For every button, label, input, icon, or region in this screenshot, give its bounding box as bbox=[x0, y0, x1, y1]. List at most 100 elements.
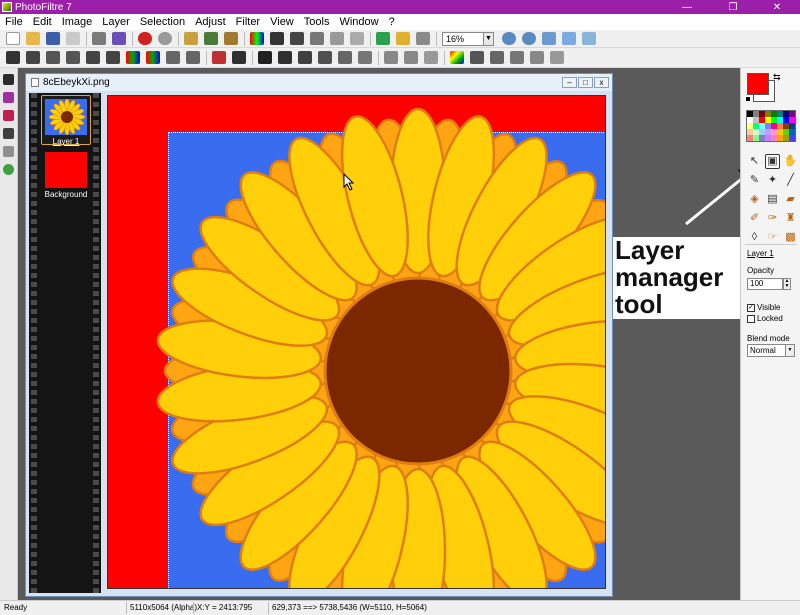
shadow-icon[interactable] bbox=[330, 32, 344, 45]
copy-icon[interactable] bbox=[204, 32, 218, 45]
menu-image[interactable]: Image bbox=[57, 16, 98, 28]
explorer-icon[interactable] bbox=[376, 32, 390, 45]
minimize-button[interactable]: — bbox=[664, 0, 710, 14]
history-icon[interactable] bbox=[3, 74, 14, 85]
foreground-color-swatch[interactable] bbox=[747, 73, 769, 95]
visible-checkbox[interactable]: ✓ Visible bbox=[747, 303, 780, 312]
brush-icon[interactable]: ✐ bbox=[747, 211, 762, 226]
zoom-dropdown-icon[interactable]: ▼ bbox=[484, 31, 494, 46]
spray-icon[interactable]: ▤ bbox=[765, 192, 780, 207]
opacity-input[interactable]: 100 bbox=[747, 278, 783, 290]
frame-icon[interactable] bbox=[310, 32, 324, 45]
print-preview-icon[interactable] bbox=[550, 51, 564, 64]
smudge-icon[interactable]: ☞ bbox=[765, 230, 780, 245]
menu-layer[interactable]: Layer bbox=[97, 16, 135, 28]
gamma-minus-icon[interactable] bbox=[166, 51, 180, 64]
locked-checkbox[interactable]: Locked bbox=[747, 314, 783, 323]
chevron-down-icon[interactable]: ▼ bbox=[785, 345, 794, 356]
menu-view[interactable]: View bbox=[265, 16, 299, 28]
zoom-out-icon[interactable] bbox=[522, 32, 536, 45]
swap-colors-icon[interactable]: ⇆ bbox=[773, 72, 781, 83]
fill-bucket-icon[interactable]: ◈ bbox=[747, 192, 762, 207]
actual-size-icon[interactable] bbox=[542, 32, 556, 45]
canvas-size-icon[interactable] bbox=[270, 32, 284, 45]
fullscreen-icon[interactable] bbox=[416, 32, 430, 45]
color-palette[interactable] bbox=[746, 110, 796, 142]
menu-help[interactable]: ? bbox=[384, 16, 400, 28]
menu-adjust[interactable]: Adjust bbox=[190, 16, 231, 28]
twain-icon[interactable] bbox=[112, 32, 126, 45]
auto-contrast-icon[interactable] bbox=[26, 51, 40, 64]
saturation-minus-icon[interactable] bbox=[126, 51, 140, 64]
auto-levels-icon[interactable] bbox=[6, 51, 20, 64]
open-icon[interactable] bbox=[26, 32, 40, 45]
print-icon[interactable] bbox=[92, 32, 106, 45]
palette-swatch[interactable] bbox=[789, 135, 795, 141]
document-close-button[interactable]: x bbox=[594, 77, 609, 88]
eraser-icon[interactable]: ▰ bbox=[783, 192, 798, 207]
menu-window[interactable]: Window bbox=[334, 16, 383, 28]
contrast-minus-icon[interactable] bbox=[86, 51, 100, 64]
menu-file[interactable]: File bbox=[0, 16, 28, 28]
channel-icon[interactable] bbox=[470, 51, 484, 64]
default-colors-icon[interactable] bbox=[745, 96, 751, 102]
layer-thumbnail-layer1[interactable]: Layer 1 bbox=[41, 95, 91, 146]
blend-mode-select[interactable]: Normal ▼ bbox=[747, 344, 795, 357]
line-tool-icon[interactable]: ╱ bbox=[783, 173, 798, 188]
drop-icon[interactable] bbox=[338, 51, 352, 64]
checkbox-box[interactable]: ✓ bbox=[747, 303, 755, 312]
screen-icon[interactable] bbox=[582, 32, 596, 45]
soften-icon[interactable] bbox=[278, 51, 292, 64]
noise-icon[interactable] bbox=[258, 51, 272, 64]
redo-icon[interactable] bbox=[158, 32, 172, 45]
opacity-spinner[interactable]: ▲ ▼ bbox=[783, 278, 791, 290]
zoom-in-icon[interactable] bbox=[502, 32, 516, 45]
blur-drop-icon[interactable]: ◊ bbox=[747, 230, 762, 245]
image-size-icon[interactable] bbox=[250, 32, 264, 45]
document-maximize-button[interactable]: □ bbox=[578, 77, 593, 88]
contrast-plus-icon[interactable] bbox=[106, 51, 120, 64]
hand-tool-icon[interactable]: ✋ bbox=[783, 154, 798, 169]
brightness-plus-icon[interactable] bbox=[66, 51, 80, 64]
batch-icon[interactable] bbox=[3, 146, 14, 157]
blur-icon[interactable] bbox=[298, 51, 312, 64]
color-picker-icon[interactable]: ✎ bbox=[747, 173, 762, 188]
fit-window-icon[interactable] bbox=[562, 32, 576, 45]
maximize-button[interactable]: ❐ bbox=[710, 0, 756, 14]
save-icon[interactable] bbox=[46, 32, 60, 45]
flip-vertical-icon[interactable] bbox=[404, 51, 418, 64]
saturation-plus-icon[interactable] bbox=[146, 51, 160, 64]
plugin-icon[interactable] bbox=[3, 110, 14, 121]
menu-selection[interactable]: Selection bbox=[135, 16, 190, 28]
flip-horizontal-icon[interactable] bbox=[384, 51, 398, 64]
image-explorer-icon[interactable] bbox=[3, 92, 14, 103]
emboss-icon[interactable] bbox=[358, 51, 372, 64]
document-minimize-button[interactable]: – bbox=[562, 77, 577, 88]
preview-icon[interactable] bbox=[510, 51, 524, 64]
rotate-icon[interactable] bbox=[424, 51, 438, 64]
export-icon[interactable] bbox=[490, 51, 504, 64]
menu-edit[interactable]: Edit bbox=[28, 16, 57, 28]
html-icon[interactable] bbox=[3, 128, 14, 139]
layer-manager-tool-icon[interactable]: ▣ bbox=[765, 154, 780, 169]
grayscale-icon[interactable] bbox=[232, 51, 246, 64]
clone-icon[interactable]: ▩ bbox=[783, 230, 798, 245]
close-document-icon[interactable] bbox=[66, 32, 80, 45]
layer-thumbnail-background[interactable]: Background bbox=[41, 149, 91, 199]
web-icon[interactable] bbox=[3, 164, 14, 175]
sharpen-icon[interactable] bbox=[318, 51, 332, 64]
selection-tool-icon[interactable]: ↖ bbox=[747, 154, 762, 169]
brightness-minus-icon[interactable] bbox=[46, 51, 60, 64]
undo-icon[interactable] bbox=[138, 32, 152, 45]
magic-wand-icon[interactable]: ✦ bbox=[765, 173, 780, 188]
image-canvas[interactable] bbox=[107, 95, 606, 589]
paste-icon[interactable] bbox=[224, 32, 238, 45]
stamp-icon[interactable]: ♜ bbox=[783, 211, 798, 226]
cut-icon[interactable] bbox=[184, 32, 198, 45]
auto-color-icon[interactable] bbox=[212, 51, 226, 64]
menu-tools[interactable]: Tools bbox=[299, 16, 335, 28]
checkbox-box[interactable] bbox=[747, 314, 755, 323]
advanced-brush-icon[interactable]: ✑ bbox=[765, 211, 780, 226]
menu-filter[interactable]: Filter bbox=[231, 16, 265, 28]
new-icon[interactable] bbox=[6, 32, 20, 45]
